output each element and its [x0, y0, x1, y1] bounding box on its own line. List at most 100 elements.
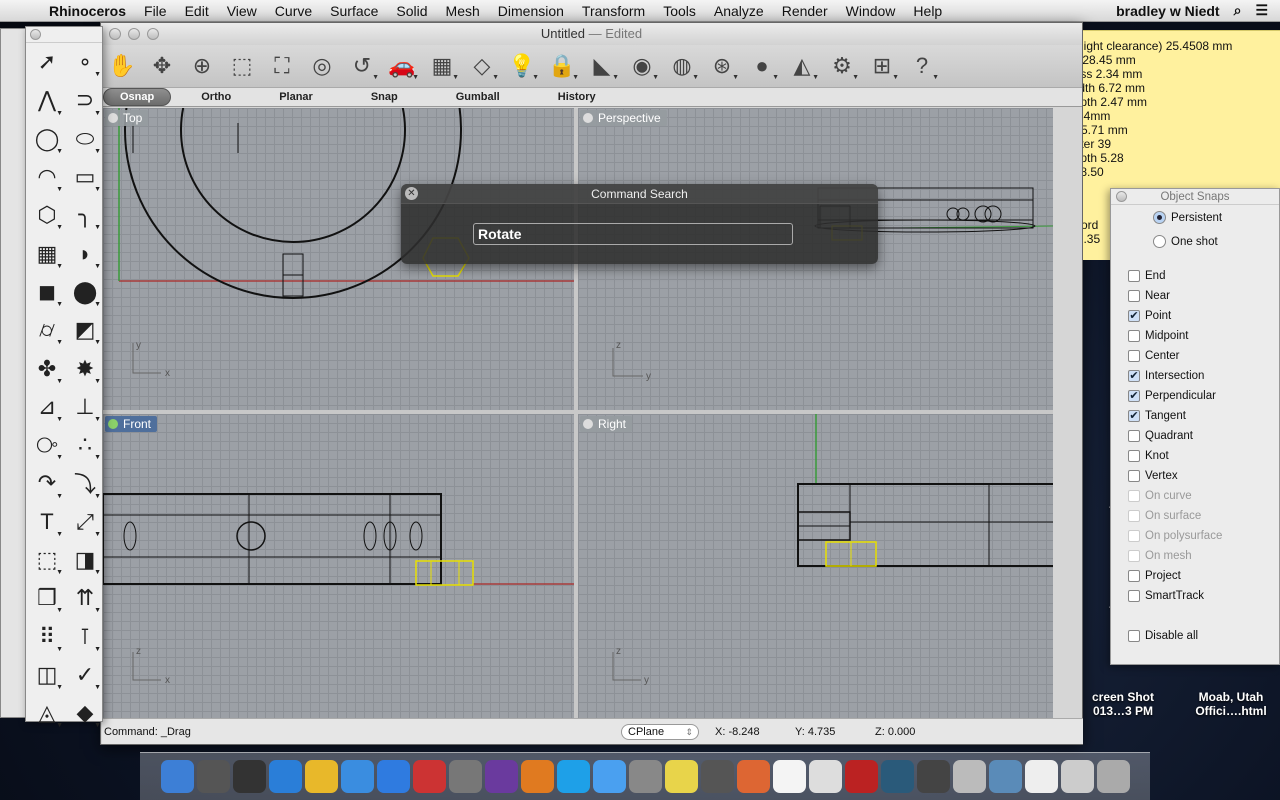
checkbox-center[interactable]: Center — [1128, 350, 1180, 362]
mirror-tool[interactable]: ◨ ▼ — [66, 541, 104, 579]
dock-chrome-icon[interactable] — [304, 760, 338, 793]
zoom-button[interactable] — [147, 28, 159, 40]
radio-indicator[interactable] — [1153, 211, 1166, 224]
user-name[interactable]: bradley w Niedt — [1116, 3, 1219, 19]
cut-plane-tool[interactable]: ◫ ▼ — [28, 656, 66, 694]
menu-tools[interactable]: Tools — [654, 3, 705, 19]
check-tool[interactable]: ✓ ▼ — [66, 656, 104, 694]
checkbox[interactable] — [1128, 570, 1140, 582]
zoom-window-button[interactable]: ⬚ — [225, 49, 259, 83]
menu-surface[interactable]: Surface — [321, 3, 387, 19]
mode-planar[interactable]: Planar — [279, 91, 371, 103]
dock-audacity-icon[interactable] — [736, 760, 770, 793]
checkbox-intersection[interactable]: ✔ Intersection — [1128, 370, 1204, 382]
radio-one-shot[interactable]: One shot — [1153, 235, 1218, 248]
help-button[interactable]: ? ▼ — [905, 49, 939, 83]
viewport-front[interactable]: zx Front — [103, 414, 574, 718]
menu-curve[interactable]: Curve — [266, 3, 321, 19]
menu-file[interactable]: File — [135, 3, 176, 19]
osnap-close-button[interactable] — [1116, 191, 1127, 202]
curve-tool[interactable]: ⊃ ▼ — [66, 81, 104, 119]
dock-folder-icon[interactable] — [916, 760, 950, 793]
checkbox[interactable] — [1128, 330, 1140, 342]
checkbox[interactable] — [1128, 350, 1140, 362]
paint-tool[interactable]: ◆ ▼ — [66, 694, 104, 732]
palette-close-button[interactable] — [30, 29, 41, 40]
checkbox-smarttrack[interactable]: SmartTrack — [1128, 590, 1204, 602]
mode-ortho[interactable]: Ortho — [201, 91, 279, 103]
dock-textedit-icon[interactable] — [808, 760, 842, 793]
dock-pages-icon[interactable] — [520, 760, 554, 793]
dock-safari-icon[interactable] — [340, 760, 374, 793]
menu-analyze[interactable]: Analyze — [705, 3, 773, 19]
checkbox-knot[interactable]: Knot — [1128, 450, 1169, 462]
dock-onenote-icon[interactable] — [484, 760, 518, 793]
dock-itunes-icon[interactable] — [268, 760, 302, 793]
render-button[interactable]: ◭ ▼ — [785, 49, 819, 83]
checkbox[interactable]: ✔ — [1128, 370, 1140, 382]
desktop-icon[interactable]: creen Shot 013…3 PM — [1078, 690, 1168, 718]
hierarchy-button[interactable]: ⊞ ▼ — [865, 49, 899, 83]
dock-stickies-icon[interactable] — [664, 760, 698, 793]
close-button[interactable] — [109, 28, 121, 40]
viewport-right[interactable]: zy Right — [578, 414, 1053, 718]
undo-view-button[interactable]: ↺ ▼ — [345, 49, 379, 83]
surface-tool[interactable]: ▦ ▼ — [28, 234, 66, 272]
mode-gumball[interactable]: Gumball — [456, 91, 558, 103]
checkbox-project[interactable]: Project — [1128, 570, 1181, 582]
ellipse-tool[interactable]: ⬭ ▼ — [66, 120, 104, 158]
checkbox[interactable] — [1128, 290, 1140, 302]
checkbox[interactable]: ✔ — [1128, 390, 1140, 402]
viewport-label-front[interactable]: Front — [105, 416, 158, 432]
checkbox-point[interactable]: ✔ Point — [1128, 310, 1171, 322]
viewport-label-perspective[interactable]: Perspective — [580, 110, 667, 126]
mode-history[interactable]: History — [558, 91, 654, 103]
viewport-label-right[interactable]: Right — [580, 416, 633, 432]
array-tool[interactable]: ⬚ ▼ — [28, 541, 66, 579]
wireframe-sphere-button[interactable]: ◍ ▼ — [665, 49, 699, 83]
fillet-tool[interactable]: ╮ ▼ — [66, 196, 104, 234]
dock-launchpad-icon[interactable] — [196, 760, 230, 793]
checkbox[interactable] — [1128, 470, 1140, 482]
minimize-button[interactable] — [128, 28, 140, 40]
desktop-icon[interactable]: Moab, Utah Offici….html — [1186, 690, 1276, 718]
checkbox-perpendicular[interactable]: ✔ Perpendicular — [1128, 390, 1216, 402]
circle-tool[interactable]: ◯ ▼ — [28, 120, 66, 158]
select-arrow-tool[interactable]: ➚ — [28, 43, 66, 81]
split-tool[interactable]: ⊥ ▼ — [66, 388, 104, 426]
dock-trash-icon[interactable] — [1096, 760, 1130, 793]
checkbox[interactable] — [1128, 430, 1140, 442]
checkbox[interactable]: ✔ — [1128, 410, 1140, 422]
dock-wunderlist-icon[interactable] — [412, 760, 446, 793]
checkbox[interactable] — [1128, 590, 1140, 602]
command-search-input[interactable] — [473, 223, 793, 245]
cplane-grid-button[interactable]: ▦ ▼ — [425, 49, 459, 83]
mode-osnap[interactable]: Osnap — [103, 88, 172, 106]
block-tool[interactable]: ❒ ▼ — [28, 579, 66, 617]
puzzle-tool[interactable]: ✤ ▼ — [28, 349, 66, 387]
menu-transform[interactable]: Transform — [573, 3, 654, 19]
dock-rhino-icon[interactable] — [952, 760, 986, 793]
mesh-sphere-button[interactable]: ⊛ ▼ — [705, 49, 739, 83]
point-tool[interactable]: ∘ ▼ — [66, 43, 104, 81]
scale-tool[interactable]: ⤢ ▼ — [66, 503, 104, 541]
settings-gear-button[interactable]: ⚙ ▼ — [825, 49, 859, 83]
menu-edit[interactable]: Edit — [176, 3, 218, 19]
dimension-tool[interactable]: ⊺ ▼ — [66, 617, 104, 655]
dock-system-preferences-icon[interactable] — [628, 760, 662, 793]
checkbox-quadrant[interactable]: Quadrant — [1128, 430, 1193, 442]
polyline-tool[interactable]: ⋀ ▼ — [28, 81, 66, 119]
dock-stack-icon[interactable] — [988, 760, 1022, 793]
mode-snap[interactable]: Snap — [371, 91, 456, 103]
sphere-tool[interactable]: ⬤ ▼ — [66, 273, 104, 311]
menu-app[interactable]: Rhinoceros — [40, 3, 135, 19]
rectangle-tool[interactable]: ▭ ▼ — [66, 158, 104, 196]
dock-messages-icon[interactable] — [592, 760, 626, 793]
cplane-select[interactable]: CPlane — [621, 723, 699, 740]
checkbox[interactable] — [1128, 270, 1140, 282]
checkbox-vertex[interactable]: Vertex — [1128, 470, 1178, 482]
layers-button[interactable]: ◣ ▼ — [585, 49, 619, 83]
dock-skype-icon[interactable] — [556, 760, 590, 793]
grid-array-tool[interactable]: ⠿ ▼ — [28, 617, 66, 655]
checkbox[interactable] — [1128, 450, 1140, 462]
